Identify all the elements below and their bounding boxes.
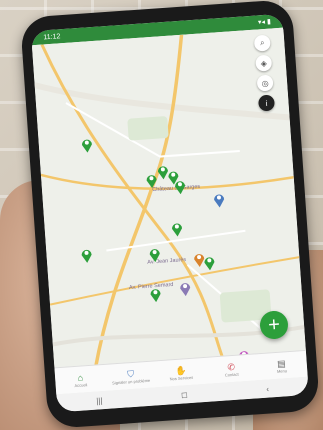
map-marker[interactable] <box>174 179 187 195</box>
nav-label: Accueil <box>74 381 88 388</box>
shield-icon: ⛉ <box>126 368 135 379</box>
status-icons: ▾◂ ▮ <box>257 18 272 27</box>
map-view[interactable]: Château de Garges Av. Jean Jaurès Av. Pi… <box>31 27 306 369</box>
map-marker-orange[interactable] <box>193 252 206 268</box>
map-marker[interactable] <box>149 287 162 303</box>
map-marker[interactable] <box>145 173 158 189</box>
map-marker[interactable] <box>148 247 161 263</box>
nav-item-signaler[interactable]: ⛉ Signaler un problème <box>105 367 156 385</box>
phone-icon: ✆ <box>227 361 236 372</box>
smartphone: 11:12 ▾◂ ▮ Château de Garges Av. Jean Ja… <box>19 0 321 429</box>
poi-marker[interactable] <box>213 192 226 208</box>
nav-item-accueil[interactable]: ⌂ Accueil <box>55 370 106 388</box>
back-icon[interactable]: ‹ <box>266 384 269 393</box>
nav-label: Signaler un problème <box>111 377 151 385</box>
nav-item-services[interactable]: ✋ Nos Services <box>155 363 206 381</box>
poi-marker[interactable] <box>179 281 192 297</box>
map-marker[interactable] <box>80 137 93 153</box>
phone-screen: 11:12 ▾◂ ▮ Château de Garges Av. Jean Ja… <box>30 13 309 413</box>
nav-label: Contact <box>224 371 239 378</box>
home-nav-icon[interactable]: ◻ <box>181 390 188 399</box>
home-icon: ⌂ <box>77 371 84 383</box>
map-marker[interactable] <box>80 248 93 264</box>
map-marker[interactable] <box>171 221 184 237</box>
nav-item-contact[interactable]: ✆ Contact <box>206 360 257 378</box>
nav-label: Nos Services <box>169 374 194 381</box>
nav-label: Menu <box>276 367 288 374</box>
status-time: 11:12 <box>43 32 61 41</box>
recent-apps-icon[interactable]: ||| <box>96 396 103 405</box>
nav-item-menu[interactable]: ▤ Menu <box>256 356 307 374</box>
menu-icon: ▤ <box>276 357 287 369</box>
